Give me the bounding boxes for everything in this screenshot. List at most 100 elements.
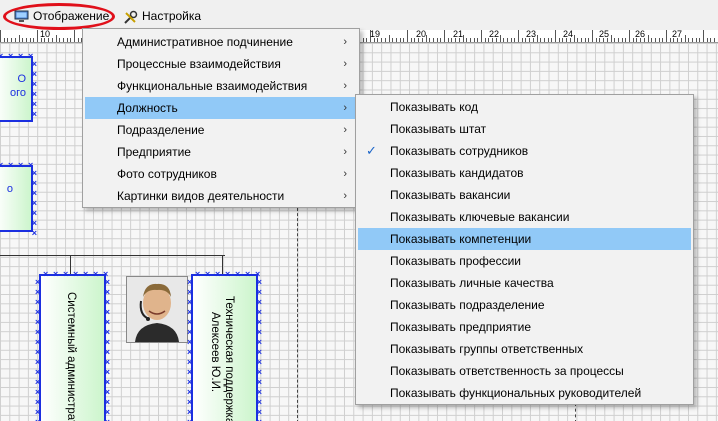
ruler-tick [432, 38, 434, 42]
org-node-support[interactable]: Техническая поддержка Алексеев Ю.И. × × × ×… [187, 270, 262, 421]
ruler-tick [11, 38, 13, 42]
anchor-marker: × [187, 357, 193, 367]
anchor-marker: × [28, 51, 34, 61]
anchor-marker: × [187, 407, 193, 417]
ruler-tick [584, 38, 586, 42]
monitor-icon [14, 10, 29, 23]
ruler-tick [362, 38, 364, 42]
position-submenu-item-label: Показывать код [390, 100, 479, 114]
position-submenu-item[interactable]: Показывать штат [358, 118, 691, 140]
position-submenu-item[interactable]: Показывать вакансии [358, 184, 691, 206]
anchor-marker: × [31, 79, 37, 89]
ruler-tick [621, 38, 623, 42]
ruler-label: 22 [489, 30, 500, 39]
position-submenu-item[interactable]: Показывать ключевые вакансии [358, 206, 691, 228]
view-menu-item[interactable]: Функциональные взаимодействия › [85, 75, 357, 97]
position-submenu-item[interactable]: ✓ Показывать сотрудников [358, 140, 691, 162]
position-submenu-item-label: Показывать компетенции [390, 232, 532, 246]
view-menu-item[interactable]: Фото сотрудников › [85, 163, 357, 185]
ruler-tick [666, 30, 667, 42]
ruler-tick [695, 38, 697, 42]
view-menu-item-label: Функциональные взаимодействия [117, 79, 308, 93]
ruler-tick [3, 38, 5, 42]
anchor-marker: × [256, 277, 262, 287]
chevron-right-icon: › [343, 146, 347, 158]
node-sysadmin-title: Системный администрато [65, 292, 77, 421]
ruler-tick [629, 30, 630, 42]
position-submenu-item[interactable]: Показывать подразделение [358, 294, 691, 316]
anchor-marker: × [93, 269, 99, 279]
ruler-tick [477, 38, 479, 42]
node-text-line: о [6, 183, 13, 195]
anchor-marker: × [187, 387, 193, 397]
chevron-right-icon: › [343, 102, 347, 114]
org-node-sysadmin[interactable]: Системный администрато × × × × × × × × × × × × × × × × ×… [35, 270, 110, 421]
ruler-tick [447, 38, 449, 42]
ruler-tick [403, 38, 405, 42]
position-submenu-item[interactable]: Показывать предприятие [358, 316, 691, 338]
anchor-marker: × [256, 327, 262, 337]
anchor-marker: × [187, 277, 193, 287]
anchor-marker: × [35, 347, 41, 357]
org-node-partial-1[interactable]: О ого ×××××××××××××××× [0, 52, 37, 122]
ruler-tick [625, 38, 627, 42]
menu-bar: Отображение Настройка [0, 0, 718, 30]
view-menu-item[interactable]: Картинки видов деятельности › [85, 185, 357, 207]
ruler-tick [444, 30, 445, 42]
ruler-tick [366, 38, 368, 42]
employee-photo [126, 276, 188, 343]
position-submenu-item[interactable]: Показывать группы ответственных [358, 338, 691, 360]
chevron-right-icon: › [343, 58, 347, 70]
ruler-tick [536, 35, 538, 42]
view-menu-item[interactable]: Административное подчинение › [85, 31, 357, 53]
menu-view-label: Отображение [33, 9, 110, 23]
position-submenu-item[interactable]: Показывать код [358, 96, 691, 118]
org-node-partial-2[interactable]: о ×××××××××××××××××× [0, 161, 37, 238]
anchor-marker: × [104, 387, 110, 397]
view-menu-item[interactable]: Подразделение › [85, 119, 357, 141]
ruler-tick [506, 38, 508, 42]
anchor-marker: × [104, 327, 110, 337]
position-submenu-item[interactable]: Показывать компетенции [358, 228, 691, 250]
ruler-tick [595, 38, 597, 42]
position-submenu-item[interactable]: Показывать кандидатов [358, 162, 691, 184]
view-menu-item[interactable]: Должность › [85, 97, 357, 119]
tools-icon [123, 10, 138, 24]
position-submenu-item-label: Показывать личные качества [390, 276, 554, 290]
ruler-tick [395, 38, 397, 42]
connector-line [222, 255, 223, 275]
chevron-right-icon: › [343, 190, 347, 202]
menu-settings[interactable]: Настройка [123, 6, 201, 26]
anchor-marker: × [104, 317, 110, 327]
ruler-tick [469, 38, 471, 42]
anchor-marker: × [245, 269, 251, 279]
ruler-tick [699, 38, 701, 42]
anchor-marker: × [256, 387, 262, 397]
menu-view[interactable]: Отображение [14, 6, 109, 26]
position-submenu-item-label: Показывать профессии [390, 254, 522, 268]
check-icon: ✓ [366, 143, 377, 158]
view-menu-item[interactable]: Процессные взаимодействия › [85, 53, 357, 75]
anchor-marker: × [31, 188, 37, 198]
position-submenu-item[interactable]: Показывать ответственность за процессы [358, 360, 691, 382]
ruler-tick [466, 38, 468, 42]
anchor-marker: × [35, 337, 41, 347]
ruler-tick [77, 38, 79, 42]
anchor-marker: × [104, 397, 110, 407]
position-submenu-item[interactable]: Показывать функциональных руководителей [358, 382, 691, 404]
ruler-tick [710, 38, 712, 42]
ruler-tick [66, 38, 68, 42]
anchor-marker: × [43, 269, 49, 279]
anchor-marker: × [18, 51, 24, 61]
anchor-marker: × [104, 337, 110, 347]
position-submenu-item[interactable]: Показывать личные качества [358, 272, 691, 294]
position-submenu-item[interactable]: Показывать профессии [358, 250, 691, 272]
view-menu-item[interactable]: Предприятие › [85, 141, 357, 163]
ruler-label: 19 [370, 30, 381, 39]
anchor-marker: × [256, 367, 262, 377]
ruler-tick [543, 38, 545, 42]
anchor-marker: × [35, 357, 41, 367]
position-submenu-item-label: Показывать кандидатов [390, 166, 524, 180]
ruler-tick [14, 38, 16, 42]
anchor-marker: × [187, 307, 193, 317]
